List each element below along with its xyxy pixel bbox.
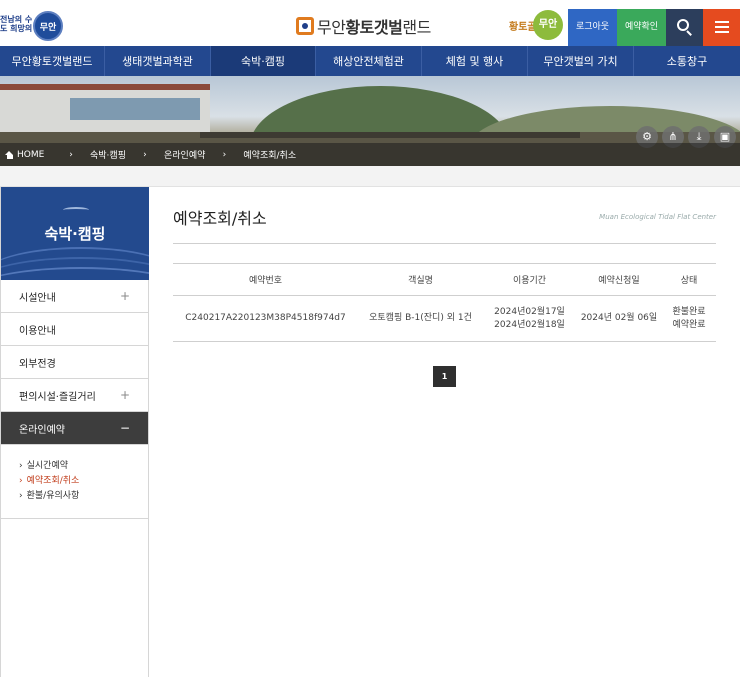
sidebar-item-label: 온라인예약 xyxy=(19,424,65,436)
column-header: 예약신청일 xyxy=(576,263,662,296)
search-button[interactable] xyxy=(666,9,703,46)
expand-icon[interactable]: + xyxy=(120,289,130,303)
hwangtogol-muan-logo[interactable]: 황토골 무안 xyxy=(509,10,563,42)
reservation-number[interactable]: C240217A220123M38P4518f974d7 xyxy=(173,295,358,342)
applied-date: 2024년 02월 06일 xyxy=(576,295,662,342)
breadcrumb-item-camping[interactable]: 숙박·캠핑 xyxy=(82,148,134,161)
menu-button[interactable] xyxy=(703,9,740,46)
chevron-right-icon: › xyxy=(19,476,23,486)
page-subtitle: Muan Ecological Tidal Flat Center xyxy=(599,213,716,221)
stay-period: 2024년02월17일 2024년02월18일 xyxy=(483,295,576,342)
column-header: 객실명 xyxy=(358,263,483,296)
breadcrumb-item-current[interactable]: 예약조회/취소 xyxy=(235,148,304,161)
sidebar-header: 숙박·캠핑 xyxy=(1,187,149,280)
submenu-item-lookup-cancel[interactable]: › 예약조회/취소 xyxy=(19,474,148,489)
sidebar-item-label: 이용안내 xyxy=(19,325,56,337)
room-name: 오토캠핑 B-1(잔디) 외 1건 xyxy=(358,295,483,342)
expand-icon[interactable]: + xyxy=(120,388,130,402)
breadcrumb-home[interactable]: HOME xyxy=(0,150,60,160)
collapse-icon[interactable]: − xyxy=(120,421,130,435)
page-title: 예약조회/취소 xyxy=(173,209,267,228)
submenu-item-refund-notice[interactable]: › 환불/유의사항 xyxy=(19,489,148,504)
brand-mark-icon xyxy=(296,17,314,35)
breadcrumb-home-label: HOME xyxy=(17,149,45,160)
chevron-right-icon: › xyxy=(69,149,73,160)
sidebar-submenu: › 실시간예약 › 예약조회/취소 › 환불/유의사항 xyxy=(1,445,148,519)
hamburger-icon xyxy=(715,21,729,23)
pagination-page-1[interactable]: 1 xyxy=(433,366,456,387)
reservation-check-button[interactable]: 예약확인 xyxy=(617,9,666,46)
table-header-row: 예약번호 객실명 이용기간 예약신청일 상태 xyxy=(173,263,716,296)
sidebar-title: 숙박·캠핑 xyxy=(44,225,106,243)
sidebar-item-amenities[interactable]: 편의시설·즐길거리 + xyxy=(1,379,148,412)
gnb-item-camping[interactable]: 숙박·캠핑 xyxy=(211,46,316,76)
submenu-item-realtime[interactable]: › 실시간예약 xyxy=(19,459,148,474)
logo-slogan: 전남의 수도 희망의 xyxy=(0,15,33,33)
logo-seal: 무안 xyxy=(33,11,63,41)
divider-strip xyxy=(0,166,740,187)
column-header: 예약번호 xyxy=(173,263,358,296)
logout-button[interactable]: 로그아웃 xyxy=(568,9,617,46)
gnb-item-community[interactable]: 소통창구 xyxy=(634,46,740,76)
sidebar-item-usage[interactable]: 이용안내 xyxy=(1,313,148,346)
sidebar-item-exterior[interactable]: 외부전경 xyxy=(1,346,148,379)
gnb-item-events[interactable]: 체험 및 행사 xyxy=(422,46,528,76)
breadcrumb-item-online[interactable]: 온라인예약 xyxy=(156,148,213,161)
brand-logo[interactable]: 무안황토갯벌랜드 xyxy=(296,15,431,37)
chevron-right-icon: › xyxy=(222,149,227,160)
sidebar-menu: 시설안내 + 이용안내 외부전경 편의시설·즐길거리 + 온라인예약 − xyxy=(1,280,148,445)
top-header: 전남의 수도 희망의 무안 무안황토갯벌랜드 황토골 무안 로그아웃 예약확인 xyxy=(0,0,740,46)
gnb-item-land[interactable]: 무안황토갯벌랜드 xyxy=(0,46,105,76)
table-row[interactable]: C240217A220123M38P4518f974d7 오토캠핑 B-1(잔디… xyxy=(173,295,716,342)
gnb-item-value[interactable]: 무안갯벌의 가치 xyxy=(528,46,634,76)
sidebar-item-label: 편의시설·즐길거리 xyxy=(19,391,96,403)
brand-name: 무안황토갯벌랜드 xyxy=(317,18,431,37)
chevron-right-icon: › xyxy=(19,461,23,471)
sidebar: 숙박·캠핑 시설안내 + 이용안내 외부전경 편의시설·즐길거리 + 온라인예약… xyxy=(0,187,149,677)
sidebar-item-label: 시설안내 xyxy=(19,292,56,304)
gnb-item-safety[interactable]: 해상안전체험관 xyxy=(316,46,422,76)
bird-icon xyxy=(63,207,89,213)
sidebar-item-facility[interactable]: 시설안내 + xyxy=(1,280,148,313)
column-header: 상태 xyxy=(662,263,716,296)
logo-right-seal: 무안 xyxy=(533,10,563,40)
sidebar-item-online-reservation[interactable]: 온라인예약 − xyxy=(1,412,148,445)
chevron-right-icon: › xyxy=(143,149,147,160)
divider xyxy=(173,243,716,244)
chevron-right-icon: › xyxy=(19,491,23,501)
breadcrumb: HOME › 숙박·캠핑 › 온라인예약 › 예약조회/취소 xyxy=(0,143,740,166)
global-nav: 무안황토갯벌랜드 생태갯벌과학관 숙박·캠핑 해상안전체험관 체험 및 행사 무… xyxy=(0,46,740,76)
jeonnam-muan-logo[interactable]: 전남의 수도 희망의 무안 xyxy=(0,9,66,41)
reservation-table: 예약번호 객실명 이용기간 예약신청일 상태 C240217A220123M38… xyxy=(173,263,716,342)
home-icon xyxy=(5,150,14,159)
sidebar-item-label: 외부전경 xyxy=(19,358,56,370)
status-badge: 환불완료 예약완료 xyxy=(662,295,716,342)
gnb-item-science[interactable]: 생태갯벌과학관 xyxy=(105,46,211,76)
column-header: 이용기간 xyxy=(483,263,576,296)
center-building-image xyxy=(0,84,210,132)
